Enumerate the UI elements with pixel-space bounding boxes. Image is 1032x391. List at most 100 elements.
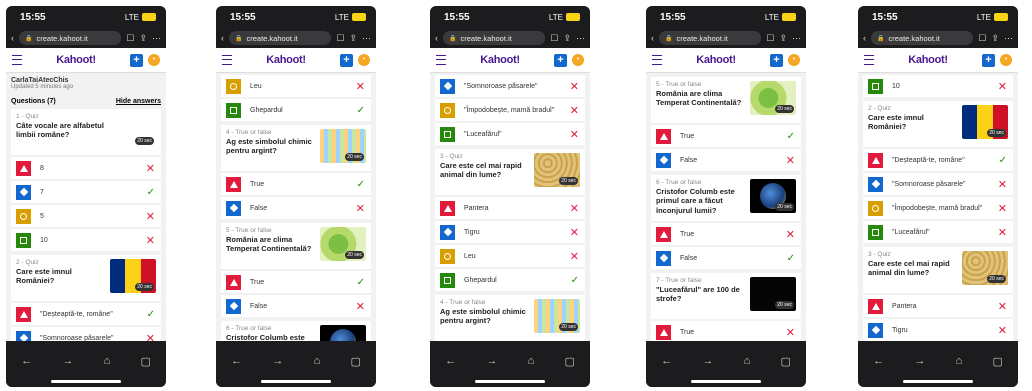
tabs-icon[interactable]: ▢ (564, 355, 574, 368)
network-label: LTE (334, 12, 349, 22)
user-avatar[interactable]: • (357, 54, 370, 66)
tabs-icon[interactable]: ▢ (350, 355, 360, 368)
home-icon[interactable]: ⌂ (528, 355, 535, 367)
back-chevron-icon[interactable]: ‹ (651, 33, 654, 43)
app-header: Kahoot! + • (216, 48, 376, 73)
bookmark-icon[interactable]: ☐ (126, 33, 134, 44)
more-icon[interactable]: ⋯ (362, 33, 371, 44)
lock-icon: 🔒 (665, 35, 673, 42)
diamond-icon (868, 176, 883, 192)
question-title: România are clima Temperat Continentală? (656, 89, 742, 108)
diamond-icon-glyph (19, 187, 28, 197)
back-chevron-icon[interactable]: ‹ (221, 33, 224, 43)
address-bar[interactable]: 🔒 create.kahoot.it (19, 31, 122, 45)
question-card[interactable]: 7 - True or false "Luceafărul" are 100 de… (651, 273, 801, 319)
home-icon[interactable]: ⌂ (956, 355, 963, 367)
triangle-icon (16, 160, 31, 176)
diamond-icon-glyph (19, 333, 28, 341)
address-bar[interactable]: 🔒 create.kahoot.it (659, 31, 762, 45)
bookmark-icon[interactable]: ☐ (978, 33, 986, 44)
create-button[interactable]: + (981, 53, 995, 67)
cross-icon: ✕ (569, 128, 579, 141)
home-icon[interactable]: ⌂ (314, 355, 321, 367)
create-button[interactable]: + (129, 53, 143, 67)
back-arrow-icon[interactable]: ← (445, 355, 456, 367)
answer-row: "Somnoroase păsarele" ✕ (863, 173, 1013, 195)
tabs-icon[interactable]: ▢ (992, 355, 1002, 368)
create-button[interactable]: + (339, 53, 353, 67)
bookmark-icon[interactable]: ☐ (766, 33, 774, 44)
hamburger-menu-icon[interactable] (222, 55, 232, 65)
question-thumbnail: 20 sec (962, 251, 1008, 285)
user-avatar[interactable]: • (571, 54, 584, 66)
question-card[interactable]: 4 - True or false Ag este simbolul chimic… (435, 295, 585, 341)
home-icon[interactable]: ⌂ (744, 355, 751, 367)
header-actions: + • (769, 53, 800, 67)
hamburger-menu-icon[interactable] (436, 55, 446, 65)
address-bar[interactable]: 🔒 create.kahoot.it (443, 31, 546, 45)
user-avatar[interactable]: • (999, 54, 1012, 66)
bookmark-icon[interactable]: ☐ (550, 33, 558, 44)
forward-arrow-icon[interactable]: → (62, 355, 73, 367)
forward-arrow-icon[interactable]: → (272, 355, 283, 367)
tabs-icon[interactable]: ▢ (140, 355, 150, 368)
app-screen: Kahoot! + • Leu ✕ Ghepardul ✓ 4 - True or false… (216, 48, 376, 341)
diamond-icon (440, 78, 455, 94)
question-card[interactable]: 2 - Quiz Care este imnul României? 20 sec (863, 101, 1013, 147)
hamburger-menu-icon[interactable] (864, 55, 874, 65)
tabs-icon[interactable]: ▢ (780, 355, 790, 368)
question-card[interactable]: 5 - True or false România are clima Tempe… (651, 77, 801, 123)
hamburger-menu-icon[interactable] (652, 55, 662, 65)
question-card[interactable]: 4 - True or false Ag este simbolul chimic… (221, 125, 371, 171)
lock-icon: 🔒 (25, 35, 33, 42)
question-card[interactable]: 6 - True or falseCristofor Columb este p… (221, 321, 371, 341)
bookmark-icon[interactable]: ☐ (336, 33, 344, 44)
answer-text: False (680, 156, 698, 164)
answer-text: 8 (40, 164, 44, 172)
app-header: Kahoot! + • (646, 48, 806, 73)
question-card[interactable]: 3 - Quiz Care este cel mai rapid animal d… (863, 247, 1013, 293)
back-chevron-icon[interactable]: ‹ (863, 33, 866, 43)
more-icon[interactable]: ⋯ (792, 33, 801, 44)
more-icon[interactable]: ⋯ (576, 33, 585, 44)
address-bar[interactable]: 🔒 create.kahoot.it (229, 31, 332, 45)
question-card[interactable]: 5 - True or false România are clima Tempe… (221, 223, 371, 269)
question-card[interactable]: 3 - Quiz Care este cel mai rapid animal d… (435, 149, 585, 195)
back-chevron-icon[interactable]: ‹ (435, 33, 438, 43)
question-card[interactable]: 2 - Quiz Care este imnul României? 20 sec (11, 255, 161, 301)
back-arrow-icon[interactable]: ← (21, 355, 32, 367)
header-actions: + • (339, 53, 370, 67)
share-icon[interactable]: ⇪ (563, 33, 571, 44)
share-icon[interactable]: ⇪ (139, 33, 147, 44)
status-bar: 15:55 LTE (6, 6, 166, 28)
address-bar[interactable]: 🔒 create.kahoot.it (871, 31, 974, 45)
answer-row: Ghepardul ✓ (435, 269, 585, 291)
home-icon[interactable]: ⌂ (104, 355, 111, 367)
cross-icon: ✕ (145, 234, 155, 247)
answer-row: Leu ✕ (435, 245, 585, 267)
share-icon[interactable]: ⇪ (349, 33, 357, 44)
more-icon[interactable]: ⋯ (1004, 33, 1013, 44)
back-chevron-icon[interactable]: ‹ (11, 33, 14, 43)
hamburger-menu-icon[interactable] (12, 55, 22, 65)
forward-arrow-icon[interactable]: → (702, 355, 713, 367)
triangle-icon (440, 200, 455, 216)
more-icon[interactable]: ⋯ (152, 33, 161, 44)
hide-answers-link[interactable]: Hide answers (116, 98, 161, 105)
question-card[interactable]: 6 - True or falseCristofor Columb este p… (651, 175, 801, 221)
share-icon[interactable]: ⇪ (779, 33, 787, 44)
back-arrow-icon[interactable]: ← (873, 355, 884, 367)
forward-arrow-icon[interactable]: → (486, 355, 497, 367)
share-icon[interactable]: ⇪ (991, 33, 999, 44)
create-button[interactable]: + (553, 53, 567, 67)
back-arrow-icon[interactable]: ← (661, 355, 672, 367)
question-card[interactable]: 1 - Quiz Câte vocale are alfabetul limbii… (11, 109, 161, 155)
create-button[interactable]: + (769, 53, 783, 67)
cross-icon: ✕ (997, 226, 1007, 239)
cross-icon: ✕ (355, 300, 365, 313)
user-avatar[interactable]: • (787, 54, 800, 66)
user-avatar[interactable]: • (147, 54, 160, 66)
forward-arrow-icon[interactable]: → (914, 355, 925, 367)
back-arrow-icon[interactable]: ← (231, 355, 242, 367)
question-title: Cristofor Columb este primul care a făcu… (656, 187, 735, 215)
